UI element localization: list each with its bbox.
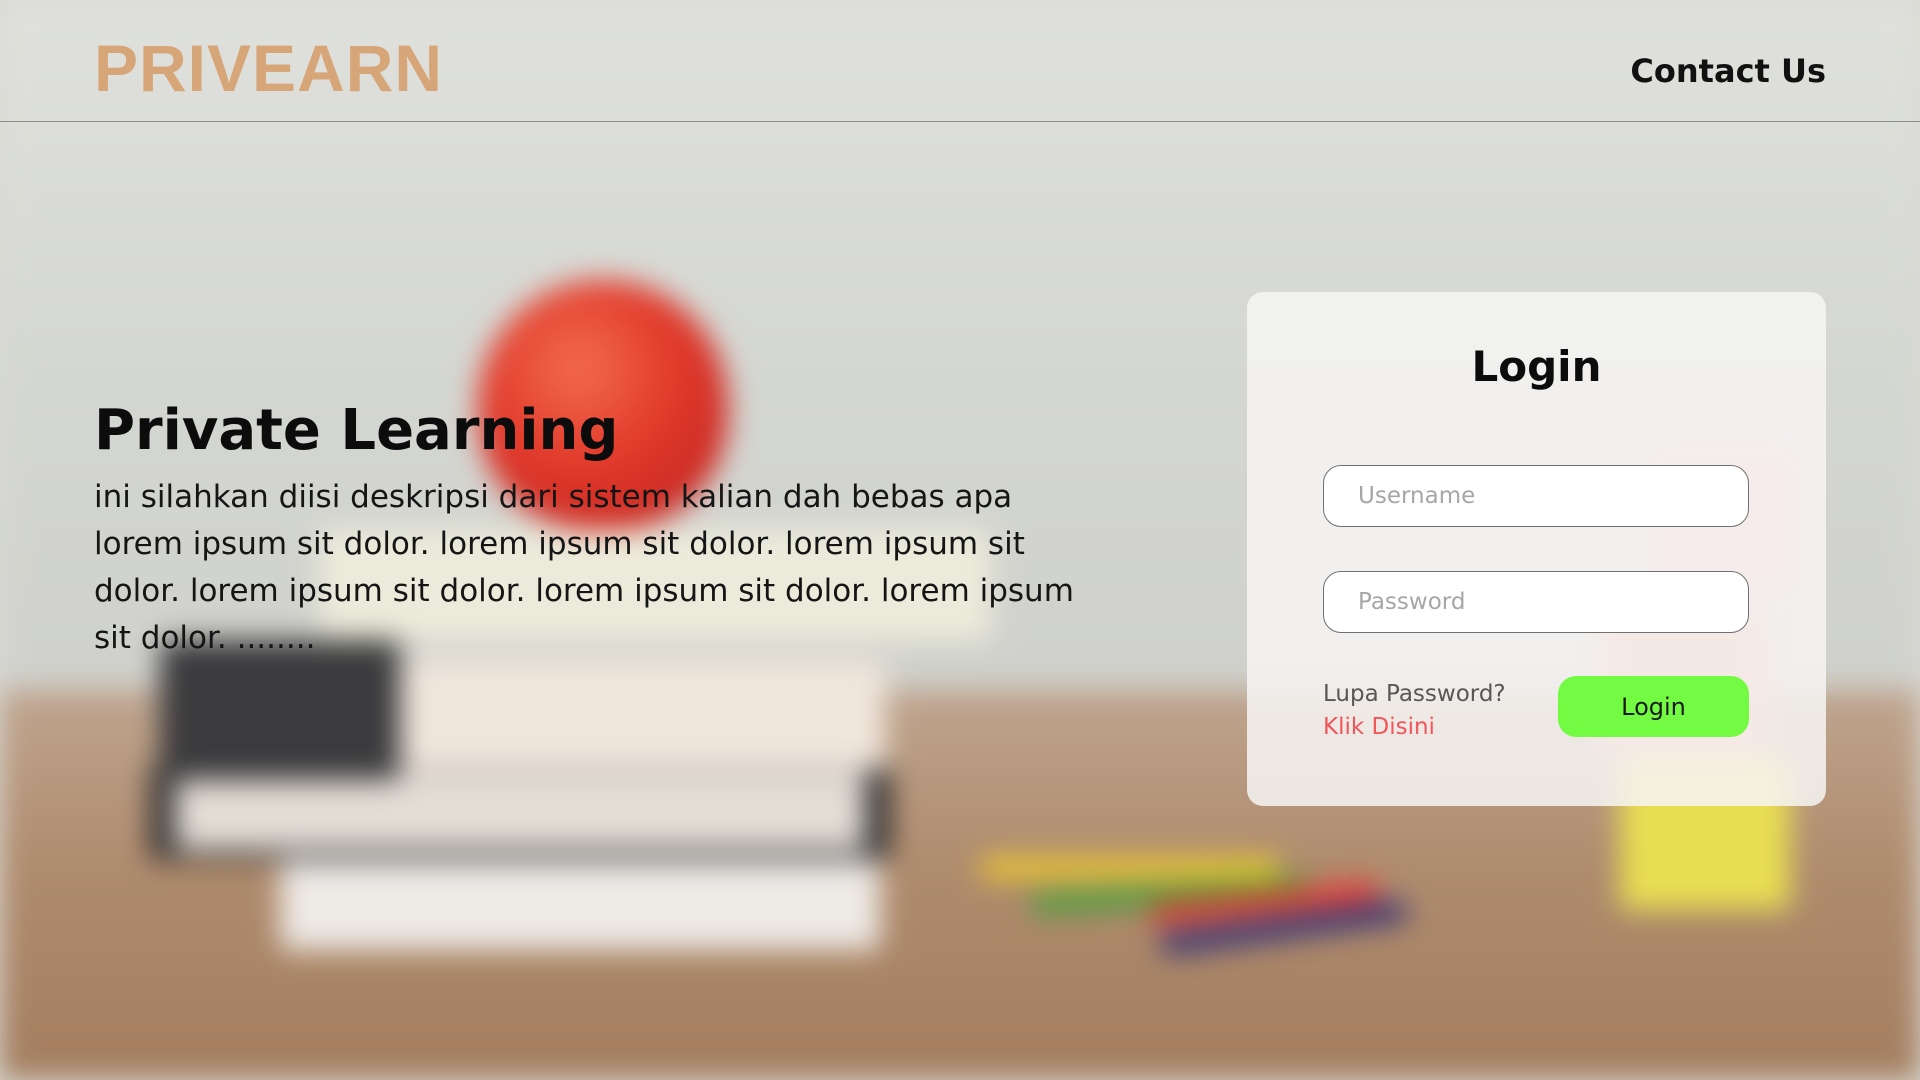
forgot-password-section: Lupa Password? Klik Disini (1323, 678, 1506, 744)
contact-us-link[interactable]: Contact Us (1630, 52, 1826, 90)
brand-logo[interactable]: PRIVEARN (94, 30, 443, 106)
hero-description: ini silahkan diisi deskripsi dari sistem… (94, 479, 1074, 656)
hero-title: Private Learning (94, 398, 619, 463)
login-title: Login (1471, 342, 1602, 391)
top-navbar: PRIVEARN Contact Us (0, 0, 1920, 122)
login-page: PRIVEARN Contact Us Private Learning ini… (0, 0, 1920, 1080)
forgot-password-link[interactable]: Klik Disini (1323, 711, 1506, 744)
login-button[interactable]: Login (1558, 676, 1749, 737)
username-input[interactable] (1323, 465, 1749, 527)
background-pencil (980, 858, 1280, 878)
password-input[interactable] (1323, 571, 1749, 633)
forgot-password-text: Lupa Password? (1323, 681, 1506, 707)
login-card: Login Lupa Password? Klik Disini Login (1247, 292, 1826, 806)
background-book (175, 772, 865, 850)
